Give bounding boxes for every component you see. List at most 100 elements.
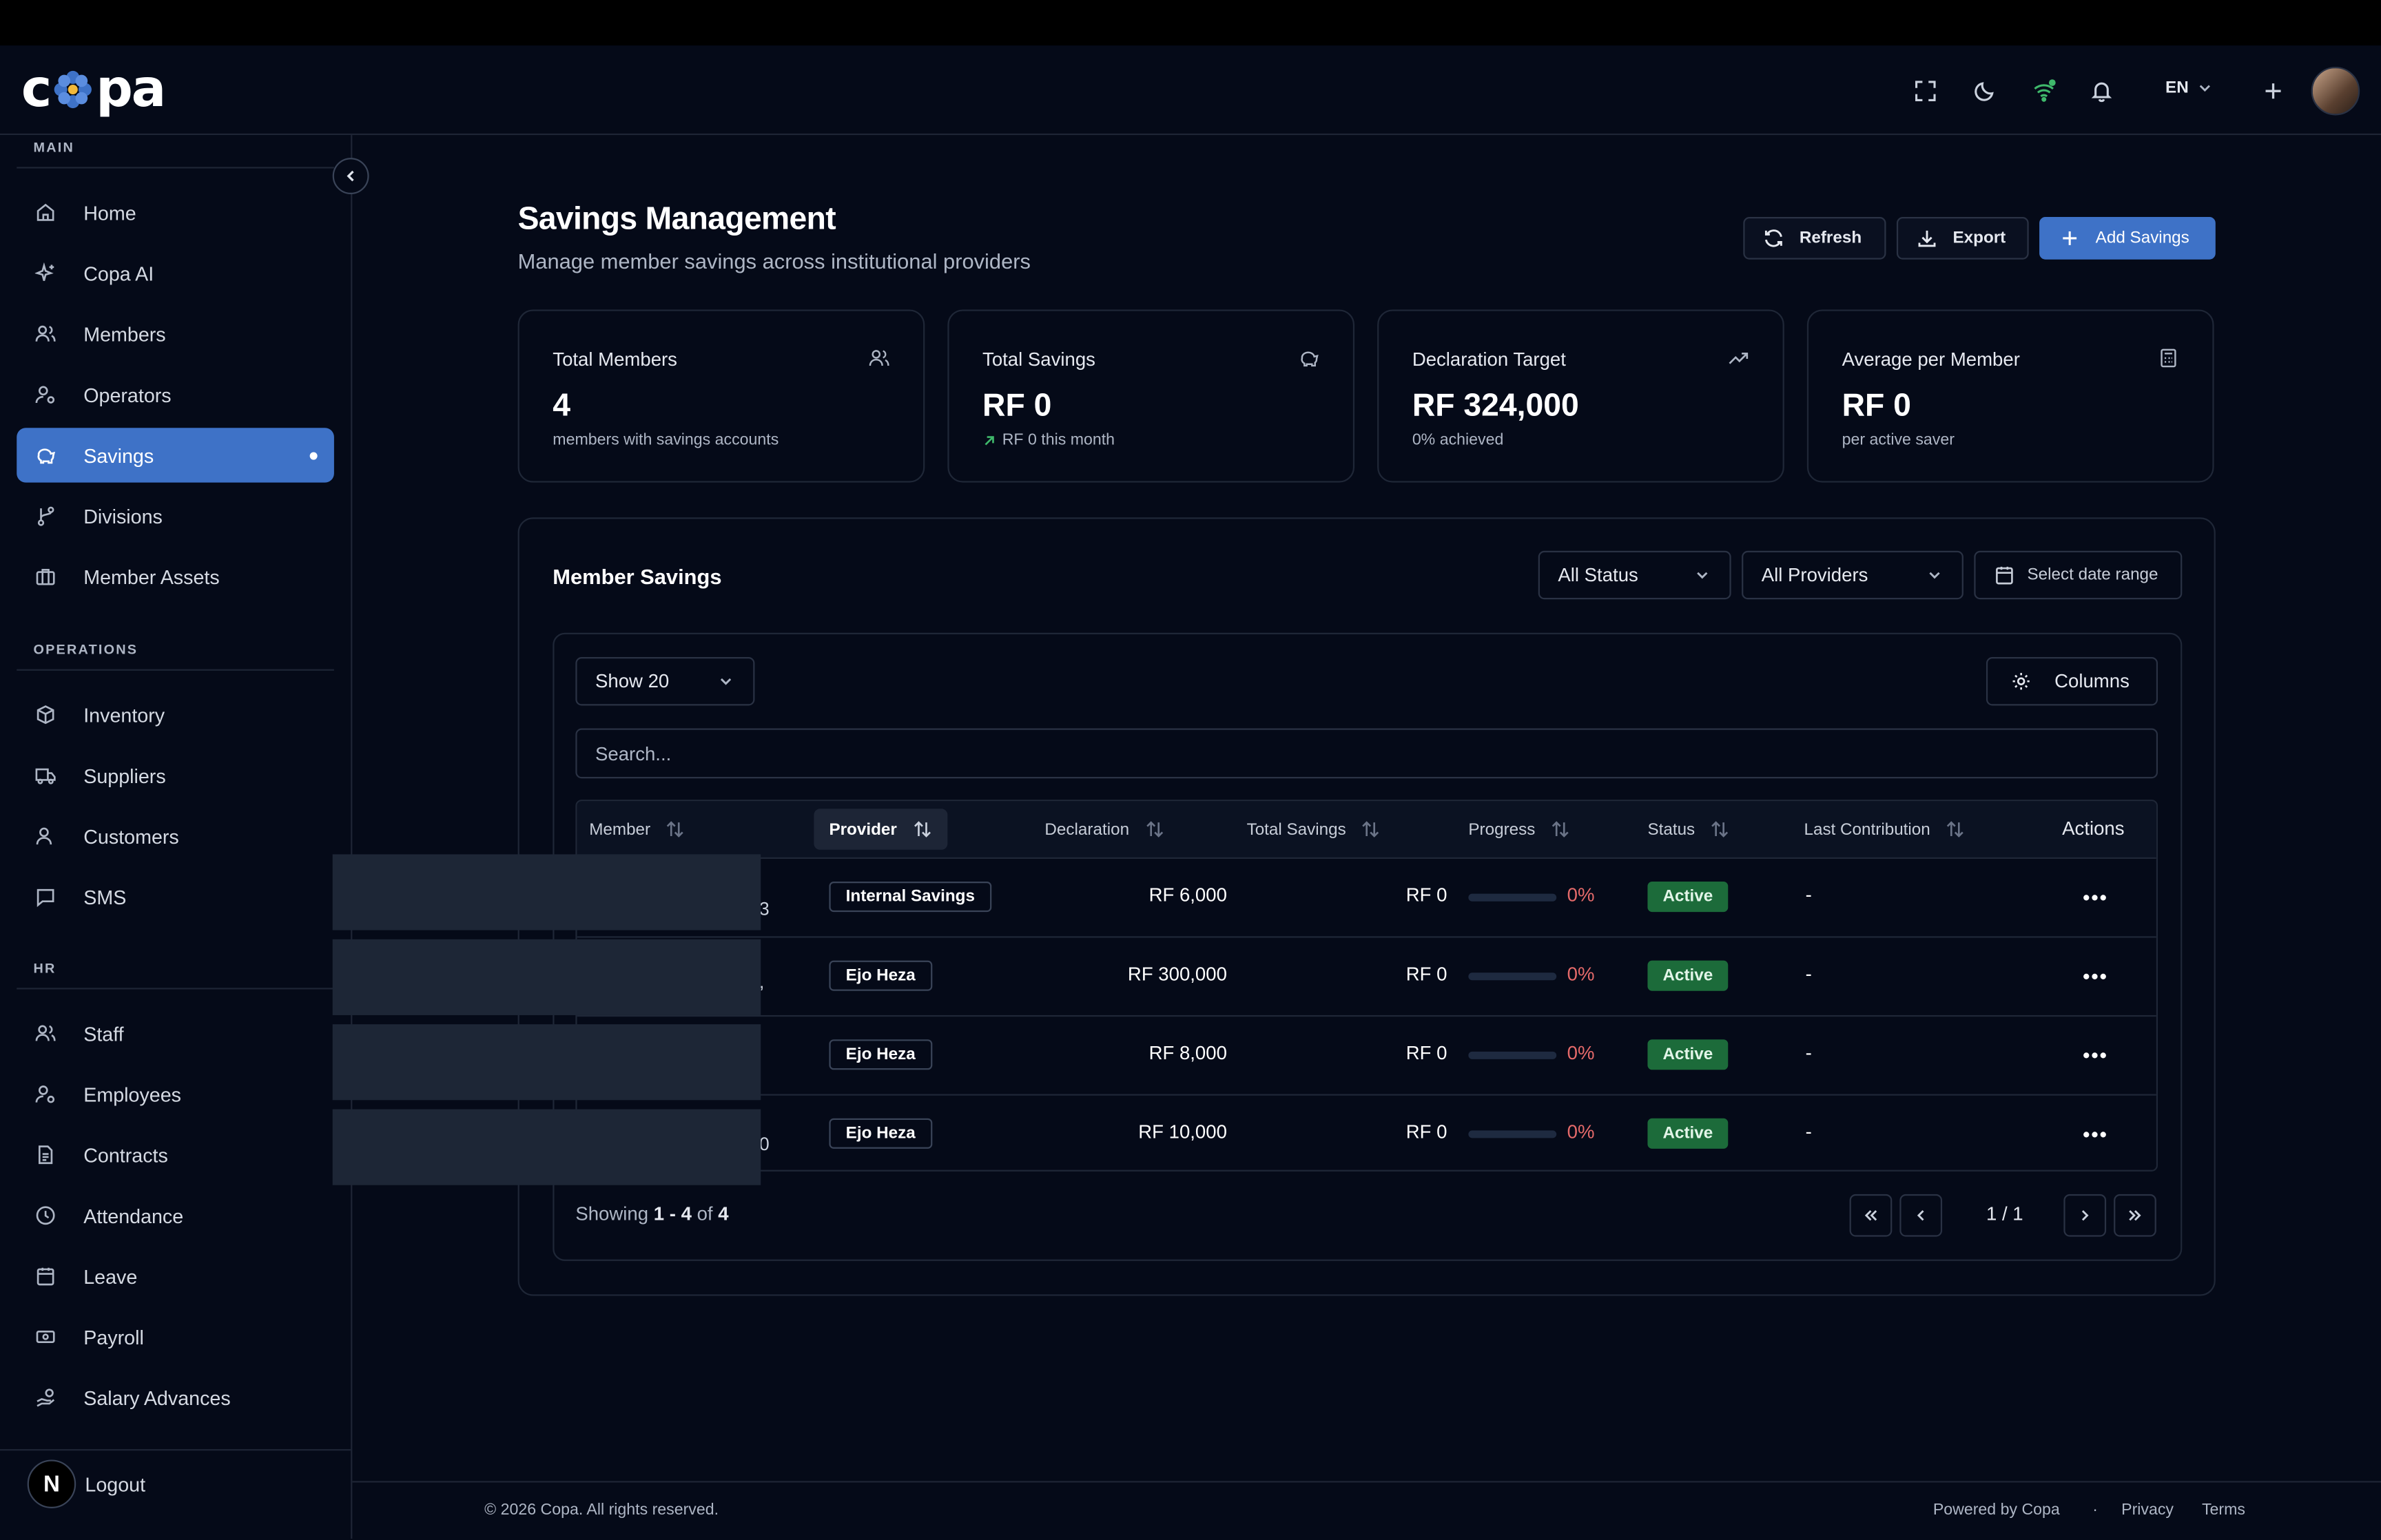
date-range-picker[interactable]: Select date range: [1974, 550, 2183, 600]
section-label-operations: OPERATIONS: [33, 641, 138, 657]
sidebar-item-inventory[interactable]: Inventory: [17, 687, 334, 742]
box-icon: [33, 703, 57, 727]
refresh-label: Refresh: [1799, 229, 1862, 248]
next-page-button[interactable]: [2063, 1194, 2107, 1237]
stat-subtext: RF 0 this month: [982, 431, 1115, 449]
stat-value: RF 0: [1842, 388, 1911, 424]
row-actions-button[interactable]: •••: [2081, 882, 2111, 912]
sidebar-item-divisions[interactable]: Divisions: [17, 488, 334, 543]
column-label: Member: [589, 820, 651, 839]
total-savings-cell: RF 0: [1405, 1121, 1447, 1143]
column-label: Status: [1647, 820, 1695, 839]
search-input[interactable]: Search...: [575, 728, 2158, 779]
table-row[interactable]: Ejo Heza RF 10,000 RF 0 0% Active - •••: [577, 1094, 2156, 1170]
sidebar-item-payroll[interactable]: Payroll: [17, 1309, 334, 1364]
status-badge: Active: [1647, 1118, 1729, 1149]
column-header-total-savings[interactable]: Total Savings: [1247, 820, 1381, 840]
sort-icon: [667, 821, 684, 837]
sidebar-item-contracts[interactable]: Contracts: [17, 1127, 334, 1182]
section-label-main: MAIN: [33, 139, 75, 155]
sidebar-item-salary-advances[interactable]: Salary Advances: [17, 1370, 334, 1424]
row-actions-button[interactable]: •••: [2081, 961, 2111, 991]
sort-icon: [1947, 821, 1964, 837]
total-savings-cell: RF 0: [1405, 1042, 1447, 1064]
trending-up-icon: [1729, 353, 1749, 364]
stat-card-total-savings: Total Savings RF 0 RF 0 this month: [947, 309, 1355, 483]
table-row[interactable]: Internal Savings RF 6,000 RF 0 0% Active…: [577, 857, 2156, 938]
sidebar-item-label: Employees: [83, 1082, 181, 1106]
previous-page-button[interactable]: [1899, 1194, 1943, 1237]
bell-icon[interactable]: [2090, 79, 2114, 103]
last-page-button[interactable]: [2114, 1194, 2156, 1237]
provider-badge: Ejo Heza: [829, 1039, 933, 1070]
copa-logo[interactable]: c pa: [21, 59, 166, 121]
privacy-link[interactable]: Privacy: [2121, 1501, 2174, 1519]
sort-icon: [1711, 821, 1729, 837]
sidebar-item-leave[interactable]: Leave: [17, 1249, 334, 1303]
sidebar-item-label: Leave: [83, 1265, 138, 1288]
refresh-button[interactable]: Refresh: [1743, 217, 1886, 260]
user-avatar[interactable]: [2311, 66, 2360, 116]
status-badge: Active: [1647, 1039, 1729, 1070]
sidebar-item-attendance[interactable]: Attendance: [17, 1188, 334, 1242]
wifi-icon[interactable]: [2032, 79, 2056, 103]
column-header-declaration[interactable]: Declaration: [1044, 820, 1164, 840]
clock-icon: [33, 1203, 57, 1227]
last-contribution-cell: -: [1805, 964, 1812, 985]
columns-button[interactable]: Columns: [1986, 656, 2158, 706]
collapse-sidebar-button[interactable]: [332, 158, 369, 195]
sidebar-item-label: Copa AI: [83, 262, 154, 285]
plus-icon[interactable]: [2261, 79, 2285, 103]
fullscreen-icon[interactable]: [1913, 79, 1937, 103]
sidebar-item-member-assets[interactable]: Member Assets: [17, 550, 334, 604]
sparkles-icon: [33, 261, 57, 285]
sidebar-item-home[interactable]: Home: [17, 185, 334, 240]
refresh-icon: [1763, 227, 1784, 249]
logout-button[interactable]: N Logout: [27, 1459, 145, 1508]
last-contribution-cell: -: [1805, 1121, 1812, 1143]
table-row[interactable]: Ejo Heza RF 8,000 RF 0 0% Active - •••: [577, 1015, 2156, 1096]
status-filter[interactable]: All Status: [1538, 550, 1731, 600]
sidebar-item-savings[interactable]: Savings: [17, 428, 334, 483]
table-row[interactable]: Ejo Heza RF 300,000 RF 0 0% Active - •••: [577, 936, 2156, 1017]
progress-percent: 0%: [1567, 1042, 1595, 1064]
sidebar-item-suppliers[interactable]: Suppliers: [17, 748, 334, 802]
language-label: EN: [2165, 79, 2189, 98]
page-indicator: 1 / 1: [1986, 1203, 2023, 1225]
logo-text-left: c: [21, 59, 52, 121]
page-size-select[interactable]: Show 20: [575, 656, 755, 706]
stat-subtext-label: 0% achieved: [1412, 430, 1504, 450]
moon-icon[interactable]: [1972, 79, 1997, 103]
providers-filter[interactable]: All Providers: [1742, 550, 1963, 600]
stat-subtext-label: per active saver: [1842, 430, 1955, 450]
sidebar-item-staff[interactable]: Staff: [17, 1006, 334, 1061]
sort-icon: [1363, 821, 1380, 837]
column-header-status[interactable]: Status: [1647, 820, 1729, 840]
sidebar-item-employees[interactable]: Employees: [17, 1067, 334, 1121]
sidebar-item-copa-ai[interactable]: Copa AI: [17, 246, 334, 300]
column-header-member[interactable]: Member: [589, 820, 686, 840]
sidebar-item-label: Operators: [83, 383, 172, 406]
sidebar-item-sms[interactable]: SMS: [17, 869, 334, 924]
total-savings-cell: RF 0: [1405, 964, 1447, 985]
column-label: Provider: [829, 820, 897, 839]
first-page-button[interactable]: [1849, 1194, 1893, 1237]
row-actions-button[interactable]: •••: [2081, 1118, 2111, 1149]
language-selector[interactable]: EN: [2165, 79, 2213, 97]
terms-link[interactable]: Terms: [2202, 1501, 2245, 1519]
column-label: Last Contribution: [1804, 820, 1930, 839]
divider: [17, 167, 334, 169]
export-button[interactable]: Export: [1896, 217, 2029, 260]
sidebar-item-customers[interactable]: Customers: [17, 809, 334, 863]
sidebar-item-members[interactable]: Members: [17, 306, 334, 361]
column-header-provider[interactable]: Provider: [814, 809, 947, 850]
last-contribution-cell: -: [1805, 884, 1812, 906]
sidebar-item-operators[interactable]: Operators: [17, 367, 334, 422]
pagination-summary: Showing 1 - 4 of 4: [575, 1203, 728, 1225]
column-header-progress[interactable]: Progress: [1468, 820, 1570, 840]
row-actions-button[interactable]: •••: [2081, 1039, 2111, 1070]
column-header-last-contribution[interactable]: Last Contribution: [1804, 820, 1965, 840]
top-header: c pa EN: [0, 45, 2381, 136]
sidebar-item-label: Member Assets: [83, 565, 220, 588]
add-savings-button[interactable]: Add Savings: [2039, 217, 2216, 260]
